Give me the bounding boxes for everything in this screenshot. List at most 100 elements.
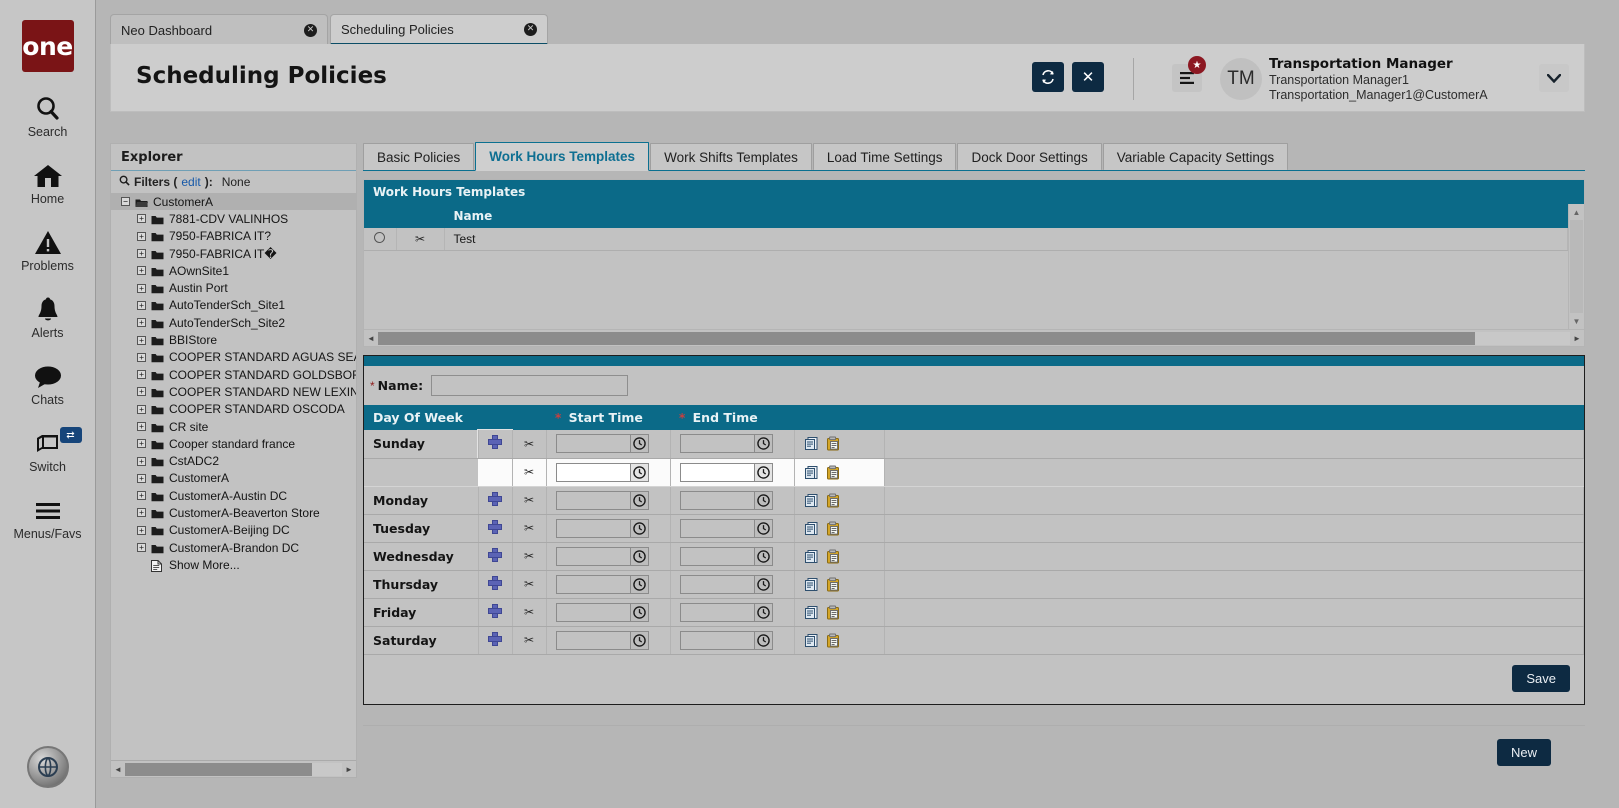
paste-icon[interactable] [826, 605, 841, 620]
new-button[interactable]: New [1497, 739, 1551, 766]
scroll-left-arrow-icon[interactable]: ◄ [111, 762, 125, 777]
add-row-cell[interactable] [478, 486, 512, 514]
end-time-input[interactable] [680, 547, 754, 566]
clock-icon[interactable] [630, 547, 649, 566]
network-globe-icon[interactable] [27, 746, 69, 788]
end-time-input[interactable] [680, 519, 754, 538]
end-time-cell[interactable] [670, 458, 794, 486]
end-time-cell[interactable] [670, 486, 794, 514]
clock-icon[interactable] [630, 491, 649, 510]
tree-node[interactable]: +COOPER STANDARD GOLDSBORO [111, 366, 356, 383]
end-time-cell[interactable] [670, 430, 794, 458]
tab-dock-door-settings[interactable]: Dock Door Settings [957, 143, 1101, 170]
start-time-input[interactable] [556, 434, 630, 453]
scissors-icon[interactable]: ✂ [524, 493, 534, 507]
start-time-cell[interactable] [546, 598, 670, 626]
tree-node[interactable]: +7881-CDV VALINHOS [111, 210, 356, 227]
radio-unchecked-icon[interactable] [374, 232, 385, 243]
expand-expander-icon[interactable]: + [137, 232, 146, 241]
paste-icon[interactable] [826, 577, 841, 592]
tree-node[interactable]: +AutoTenderSch_Site1 [111, 297, 356, 314]
scissors-icon[interactable]: ✂ [524, 605, 534, 619]
start-time-input[interactable] [556, 547, 630, 566]
row-copy-paste-cell[interactable] [794, 458, 884, 486]
collapse-expander-icon[interactable]: − [121, 197, 130, 206]
end-time-cell[interactable] [670, 598, 794, 626]
rail-item-search[interactable]: Search [0, 94, 96, 139]
scrollbar-track[interactable] [1570, 220, 1583, 313]
plus-icon[interactable] [488, 632, 502, 646]
expand-expander-icon[interactable]: + [137, 387, 146, 396]
tree-node[interactable]: +CustomerA-Brandon DC [111, 539, 356, 556]
delete-row-cell[interactable]: ✂ [512, 542, 546, 570]
rail-item-alerts[interactable]: Alerts [0, 295, 96, 340]
clock-icon[interactable] [754, 547, 773, 566]
start-time-cell[interactable] [546, 542, 670, 570]
expand-expander-icon[interactable]: + [137, 249, 146, 258]
copy-icon[interactable] [804, 633, 819, 648]
start-time-input[interactable] [556, 575, 630, 594]
clock-icon[interactable] [630, 631, 649, 650]
copy-icon[interactable] [804, 577, 819, 592]
expand-expander-icon[interactable]: + [137, 508, 146, 517]
rail-item-home[interactable]: Home [0, 161, 96, 206]
add-row-cell[interactable] [478, 430, 512, 458]
row-copy-paste-cell[interactable] [794, 598, 884, 626]
start-time-input[interactable] [556, 631, 630, 650]
tree-node-show-more[interactable]: Show More... [111, 556, 356, 573]
tree-node[interactable]: +COOPER STANDARD OSCODA [111, 401, 356, 418]
tree-node[interactable]: +BBIStore [111, 331, 356, 348]
copy-icon[interactable] [804, 436, 819, 451]
close-circle-icon[interactable]: ✕ [524, 23, 537, 36]
tree-node[interactable]: +COOPER STANDARD NEW LEXINGTON [111, 383, 356, 400]
start-time-input[interactable] [556, 519, 630, 538]
paste-icon[interactable] [826, 633, 841, 648]
delete-row-cell[interactable]: ✂ [512, 458, 546, 486]
clock-icon[interactable] [754, 519, 773, 538]
tree-node[interactable]: +7950-FABRICA IT? [111, 228, 356, 245]
copy-icon[interactable] [804, 493, 819, 508]
add-row-cell[interactable] [478, 570, 512, 598]
scissors-icon[interactable]: ✂ [524, 633, 534, 647]
end-time-cell[interactable] [670, 514, 794, 542]
end-time-cell[interactable] [670, 626, 794, 654]
tab-work-shifts-templates[interactable]: Work Shifts Templates [650, 143, 812, 170]
tree-node[interactable]: +7950-FABRICA IT� [111, 245, 356, 262]
tree-node-root[interactable]: − CustomerA [111, 193, 356, 210]
expand-expander-icon[interactable]: + [137, 491, 146, 500]
end-time-cell[interactable] [670, 542, 794, 570]
scissors-icon[interactable]: ✂ [524, 465, 534, 479]
row-copy-paste-cell[interactable] [794, 542, 884, 570]
paste-icon[interactable] [826, 465, 841, 480]
scissors-icon[interactable]: ✂ [524, 437, 534, 451]
expand-expander-icon[interactable]: + [137, 439, 146, 448]
expand-expander-icon[interactable]: + [137, 474, 146, 483]
tree-node[interactable]: +AOwnSite1 [111, 262, 356, 279]
tab-variable-capacity-settings[interactable]: Variable Capacity Settings [1103, 143, 1288, 170]
x-icon[interactable]: ✕ [1072, 62, 1104, 92]
start-time-cell[interactable] [546, 570, 670, 598]
expand-expander-icon[interactable]: + [137, 336, 146, 345]
scroll-right-arrow-icon[interactable]: ► [1570, 331, 1584, 346]
tree-node[interactable]: +COOPER STANDARD AGUAS SEALING (3 [111, 349, 356, 366]
expand-expander-icon[interactable]: + [137, 543, 146, 552]
explorer-filters[interactable]: Filters (edit): None [111, 171, 356, 193]
plus-icon[interactable] [488, 492, 502, 506]
plus-icon[interactable] [488, 576, 502, 590]
end-time-input[interactable] [680, 491, 754, 510]
clock-icon[interactable] [754, 463, 773, 482]
scissors-icon[interactable]: ✂ [524, 521, 534, 535]
rail-item-chats[interactable]: Chats [0, 362, 96, 407]
end-time-input[interactable] [680, 575, 754, 594]
tree-node[interactable]: +CstADC2 [111, 452, 356, 469]
scissors-icon[interactable]: ✂ [524, 549, 534, 563]
tree-node[interactable]: +CR site [111, 418, 356, 435]
add-row-cell[interactable] [478, 514, 512, 542]
start-time-input[interactable] [556, 463, 630, 482]
scroll-down-arrow-icon[interactable]: ▼ [1569, 313, 1585, 329]
clock-icon[interactable] [754, 491, 773, 510]
swap-arrows-icon[interactable]: ⇄ [60, 427, 82, 443]
delete-row-cell[interactable]: ✂ [512, 486, 546, 514]
copy-icon[interactable] [804, 605, 819, 620]
window-tab-neo-dashboard[interactable]: Neo Dashboard ✕ [110, 14, 328, 45]
